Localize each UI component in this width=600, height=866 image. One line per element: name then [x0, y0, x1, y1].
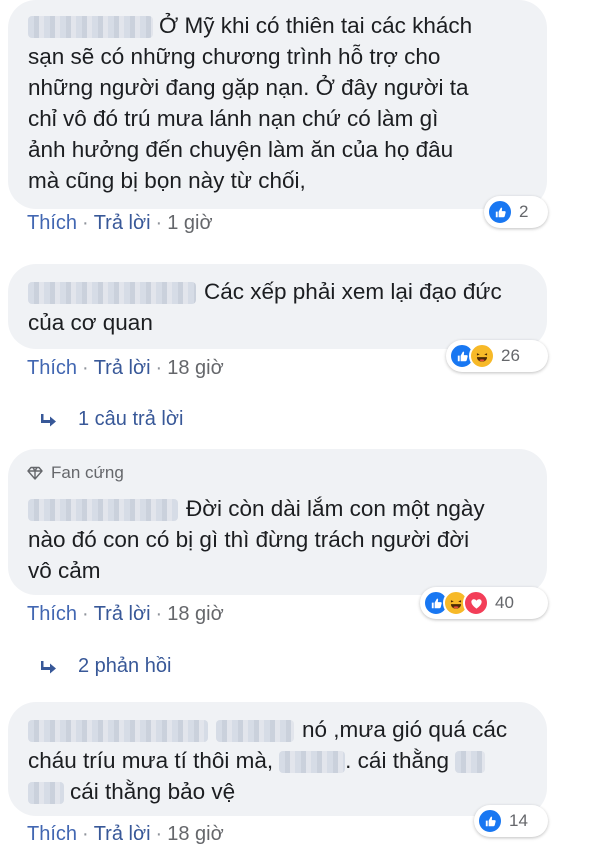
- replies-count-label[interactable]: 2 phản hồi: [78, 655, 171, 678]
- reaction-count: 40: [495, 593, 514, 612]
- redacted-author-name: [28, 282, 196, 305]
- redacted-mention: [216, 720, 294, 743]
- redacted-mention: [279, 751, 346, 774]
- reply-link[interactable]: Trả lời: [94, 823, 151, 845]
- like-link[interactable]: Thích: [27, 603, 77, 625]
- comment-bubble: Ở Mỹ khi có thiên tai các khách sạn sẽ c…: [8, 0, 547, 209]
- reaction-count: 2: [519, 202, 529, 221]
- view-replies-link[interactable]: 2 phản hồi: [38, 655, 171, 678]
- redacted-mention: [455, 751, 485, 774]
- reaction-summary[interactable]: 26: [446, 340, 548, 372]
- reply-link[interactable]: Trả lời: [94, 212, 151, 234]
- comment-actions: Thích · Trả lời · 18 giờ: [27, 823, 224, 845]
- comment-timestamp[interactable]: 18 giờ: [167, 603, 223, 625]
- comment-actions: Thích · Trả lời · 18 giờ: [27, 357, 224, 379]
- reaction-count: 26: [501, 346, 520, 365]
- redacted-author-name: [28, 16, 153, 39]
- like-link[interactable]: Thích: [27, 823, 77, 845]
- redacted-mention: [28, 782, 64, 805]
- like-reaction-icon: [487, 199, 513, 225]
- reaction-summary[interactable]: 2: [484, 196, 548, 228]
- comment-text: Các xếp phải xem lại đạo đức của cơ quan: [28, 279, 502, 335]
- redacted-author-name: [28, 720, 208, 743]
- comment-text: Ở Mỹ khi có thiên tai các khách sạn sẽ c…: [28, 13, 473, 193]
- fan-badge-label: Fan cứng: [51, 463, 124, 482]
- comment-timestamp[interactable]: 18 giờ: [167, 357, 223, 379]
- reply-link[interactable]: Trả lời: [94, 357, 151, 379]
- replies-count-label[interactable]: 1 câu trả lời: [78, 408, 183, 431]
- comment-actions: Thích · Trả lời · 1 giờ: [27, 212, 213, 234]
- redacted-author-name: [28, 499, 178, 522]
- diamond-icon: [26, 465, 44, 481]
- comment-text: nó ,mưa gió quá các cháu tríu mưa tí thô…: [28, 717, 508, 805]
- comment-text: Đời còn dài lắm con một ngày nào đó con …: [28, 496, 485, 583]
- comment-actions: Thích · Trả lời · 18 giờ: [27, 603, 224, 625]
- fan-badge: Fan cứng: [26, 463, 124, 483]
- like-link[interactable]: Thích: [27, 357, 77, 379]
- reaction-summary[interactable]: 40: [420, 587, 548, 619]
- reaction-summary[interactable]: 14: [474, 805, 548, 837]
- haha-reaction-icon: [469, 343, 495, 369]
- comment-timestamp[interactable]: 1 giờ: [167, 212, 212, 234]
- reply-arrow-icon: [38, 659, 58, 675]
- like-reaction-icon: [477, 808, 503, 834]
- comment-bubble: Các xếp phải xem lại đạo đức của cơ quan: [8, 264, 547, 349]
- comment-bubble: nó ,mưa gió quá các cháu tríu mưa tí thô…: [8, 702, 547, 816]
- comment-timestamp[interactable]: 18 giờ: [167, 823, 223, 845]
- reply-link[interactable]: Trả lời: [94, 603, 151, 625]
- like-link[interactable]: Thích: [27, 212, 77, 234]
- love-reaction-icon: [463, 590, 489, 616]
- reply-arrow-icon: [38, 412, 58, 428]
- view-replies-link[interactable]: 1 câu trả lời: [38, 408, 183, 431]
- reaction-count: 14: [509, 811, 528, 830]
